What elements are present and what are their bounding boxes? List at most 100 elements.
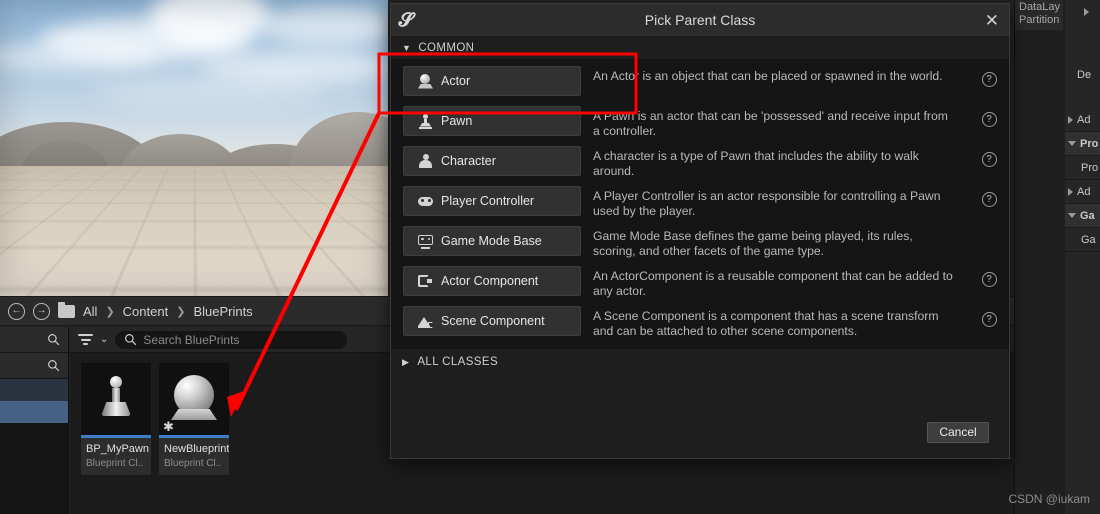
sphere-thumbnail: ✱	[159, 363, 229, 435]
details-row-collapsed[interactable]: Ad	[1065, 180, 1100, 204]
asset-name: BP_MyPawn	[86, 443, 149, 455]
class-label: Character	[441, 154, 496, 168]
class-description: Game Mode Base defines the game being pl…	[593, 229, 913, 258]
breadcrumb-item-content[interactable]: Content	[123, 304, 169, 319]
details-rows: De Ad Pro Pro Ad Ga Ga	[1065, 0, 1100, 514]
player-controller-icon	[418, 194, 433, 209]
asset-type: Blueprint Cl..	[164, 458, 222, 469]
dialog-footer: Cancel	[391, 406, 1009, 458]
help-icon[interactable]: ?	[981, 312, 997, 327]
asset-tile[interactable]: ✱ NewBlueprint Blueprint Cl..	[159, 363, 229, 475]
breadcrumb-item-all[interactable]: All	[83, 304, 97, 319]
class-label: Actor	[441, 74, 471, 88]
caret-down-icon: ▼	[402, 43, 412, 53]
unreal-logo-icon: 𝓢	[398, 8, 414, 31]
details-row-label: Ad	[1077, 113, 1091, 126]
class-button-scene-component[interactable]: Scene Component	[403, 306, 581, 336]
help-cell: ?	[969, 183, 1009, 207]
level-viewport[interactable]	[0, 0, 388, 296]
help-cell: ?	[969, 303, 1009, 327]
asset-type: Blueprint Cl..	[86, 458, 144, 469]
actor-icon	[418, 73, 433, 89]
class-button-actor[interactable]: Actor	[403, 66, 581, 96]
pick-parent-class-dialog: 𝓢 Pick Parent Class ✕ ▼ COMMON Actor An …	[390, 3, 1010, 459]
class-row-player-controller[interactable]: Player Controller A Player Controller is…	[391, 183, 1009, 223]
pawn-icon	[418, 113, 433, 129]
help-cell: ?	[969, 263, 1009, 287]
help-icon[interactable]: ?	[981, 192, 997, 207]
class-row-actor-component[interactable]: Actor Component An ActorComponent is a r…	[391, 263, 1009, 303]
details-row-value: Pro	[1065, 156, 1100, 180]
help-cell: ?	[969, 103, 1009, 127]
class-button-actor-component[interactable]: Actor Component	[403, 266, 581, 296]
class-button-character[interactable]: Character	[403, 146, 581, 176]
help-icon[interactable]: ?	[981, 272, 997, 287]
filter-icon[interactable]	[78, 334, 93, 345]
class-label: Pawn	[441, 114, 473, 128]
chevron-down-icon[interactable]	[1068, 213, 1076, 218]
search-input[interactable]: Search BluePrints	[115, 330, 348, 349]
section-all-classes[interactable]: ▶ ALL CLASSES	[391, 349, 1009, 375]
class-label: Actor Component	[441, 274, 539, 288]
section-common-label: COMMON	[418, 42, 475, 54]
class-row-actor[interactable]: Actor An Actor is an object that can be …	[391, 63, 1009, 103]
asset-tile[interactable]: BP_MyPawn Blueprint Cl..	[81, 363, 151, 475]
section-common[interactable]: ▼ COMMON	[391, 37, 1009, 59]
dialog-title: Pick Parent Class	[644, 12, 756, 28]
sources-tree-row[interactable]	[0, 379, 68, 401]
tab-data-layers[interactable]: DataLay Partition	[1015, 0, 1063, 30]
details-row-expanded[interactable]: Pro	[1065, 132, 1100, 156]
tab-label-line1: DataLay	[1019, 1, 1060, 13]
class-button-pawn[interactable]: Pawn	[403, 106, 581, 136]
dialog-titlebar[interactable]: 𝓢 Pick Parent Class ✕	[391, 4, 1009, 37]
class-row-scene-component[interactable]: Scene Component A Scene Component is a c…	[391, 303, 1009, 343]
search-placeholder: Search BluePrints	[143, 332, 240, 347]
modified-star-icon: ✱	[163, 419, 174, 434]
actor-component-icon	[418, 274, 433, 289]
class-description: A Player Controller is an actor responsi…	[593, 189, 941, 218]
details-row-label: Pro	[1080, 137, 1099, 150]
arrow-left-icon[interactable]: ←	[8, 302, 25, 320]
caret-right-icon: ▶	[402, 356, 410, 367]
arrow-right-icon[interactable]: →	[33, 302, 50, 320]
close-icon[interactable]: ✕	[985, 12, 999, 29]
class-label: Player Controller	[441, 194, 535, 208]
editor-window: ← → All ❯ Content ❯ BluePrints ⌄ Search …	[0, 0, 1100, 514]
chevron-right-icon[interactable]	[1068, 187, 1073, 196]
chevron-down-icon[interactable]	[1068, 141, 1076, 146]
details-row-top	[1065, 0, 1100, 24]
help-icon[interactable]: ?	[981, 72, 997, 87]
viewport-vignette	[0, 0, 388, 296]
chevron-right-icon[interactable]	[1084, 8, 1089, 16]
breadcrumb-item-blueprints[interactable]: BluePrints	[193, 304, 252, 319]
folder-icon[interactable]	[58, 301, 75, 318]
class-row-character[interactable]: Character A character is a type of Pawn …	[391, 143, 1009, 183]
chevron-down-icon[interactable]: ⌄	[100, 334, 108, 345]
help-cell: ?	[969, 143, 1009, 167]
class-description: A character is a type of Pawn that inclu…	[593, 149, 919, 178]
class-description: A Scene Component is a component that ha…	[593, 309, 939, 338]
details-row-expanded[interactable]: Ga	[1065, 204, 1100, 228]
sources-tree-row-selected[interactable]	[0, 401, 68, 423]
search-icon	[48, 360, 60, 372]
class-description: An ActorComponent is a reusable componen…	[593, 269, 953, 298]
class-button-player-controller[interactable]: Player Controller	[403, 186, 581, 216]
class-row-pawn[interactable]: Pawn A Pawn is an actor that can be 'pos…	[391, 103, 1009, 143]
chevron-right-icon[interactable]	[1068, 115, 1073, 124]
cancel-button[interactable]: Cancel	[927, 421, 989, 443]
character-icon	[418, 153, 433, 169]
details-panel: DataLay Partition De Ad Pro Pro Ad Ga Ga	[1014, 0, 1100, 514]
class-row-game-mode-base[interactable]: Game Mode Base Game Mode Base defines th…	[391, 223, 1009, 263]
help-icon[interactable]: ?	[981, 112, 997, 127]
help-cell: ?	[969, 63, 1009, 87]
details-row-label: Ga	[1080, 209, 1095, 222]
pawn-thumbnail	[81, 363, 151, 435]
help-cell-empty	[969, 223, 1009, 232]
details-row-collapsed[interactable]: Ad	[1065, 108, 1100, 132]
class-button-game-mode-base[interactable]: Game Mode Base	[403, 226, 581, 256]
sources-search-row-2[interactable]	[0, 353, 68, 379]
help-icon[interactable]: ?	[981, 152, 997, 167]
sources-search-row-1[interactable]	[0, 327, 68, 353]
class-description: A Pawn is an actor that can be 'possesse…	[593, 109, 948, 138]
class-label: Game Mode Base	[441, 234, 542, 248]
